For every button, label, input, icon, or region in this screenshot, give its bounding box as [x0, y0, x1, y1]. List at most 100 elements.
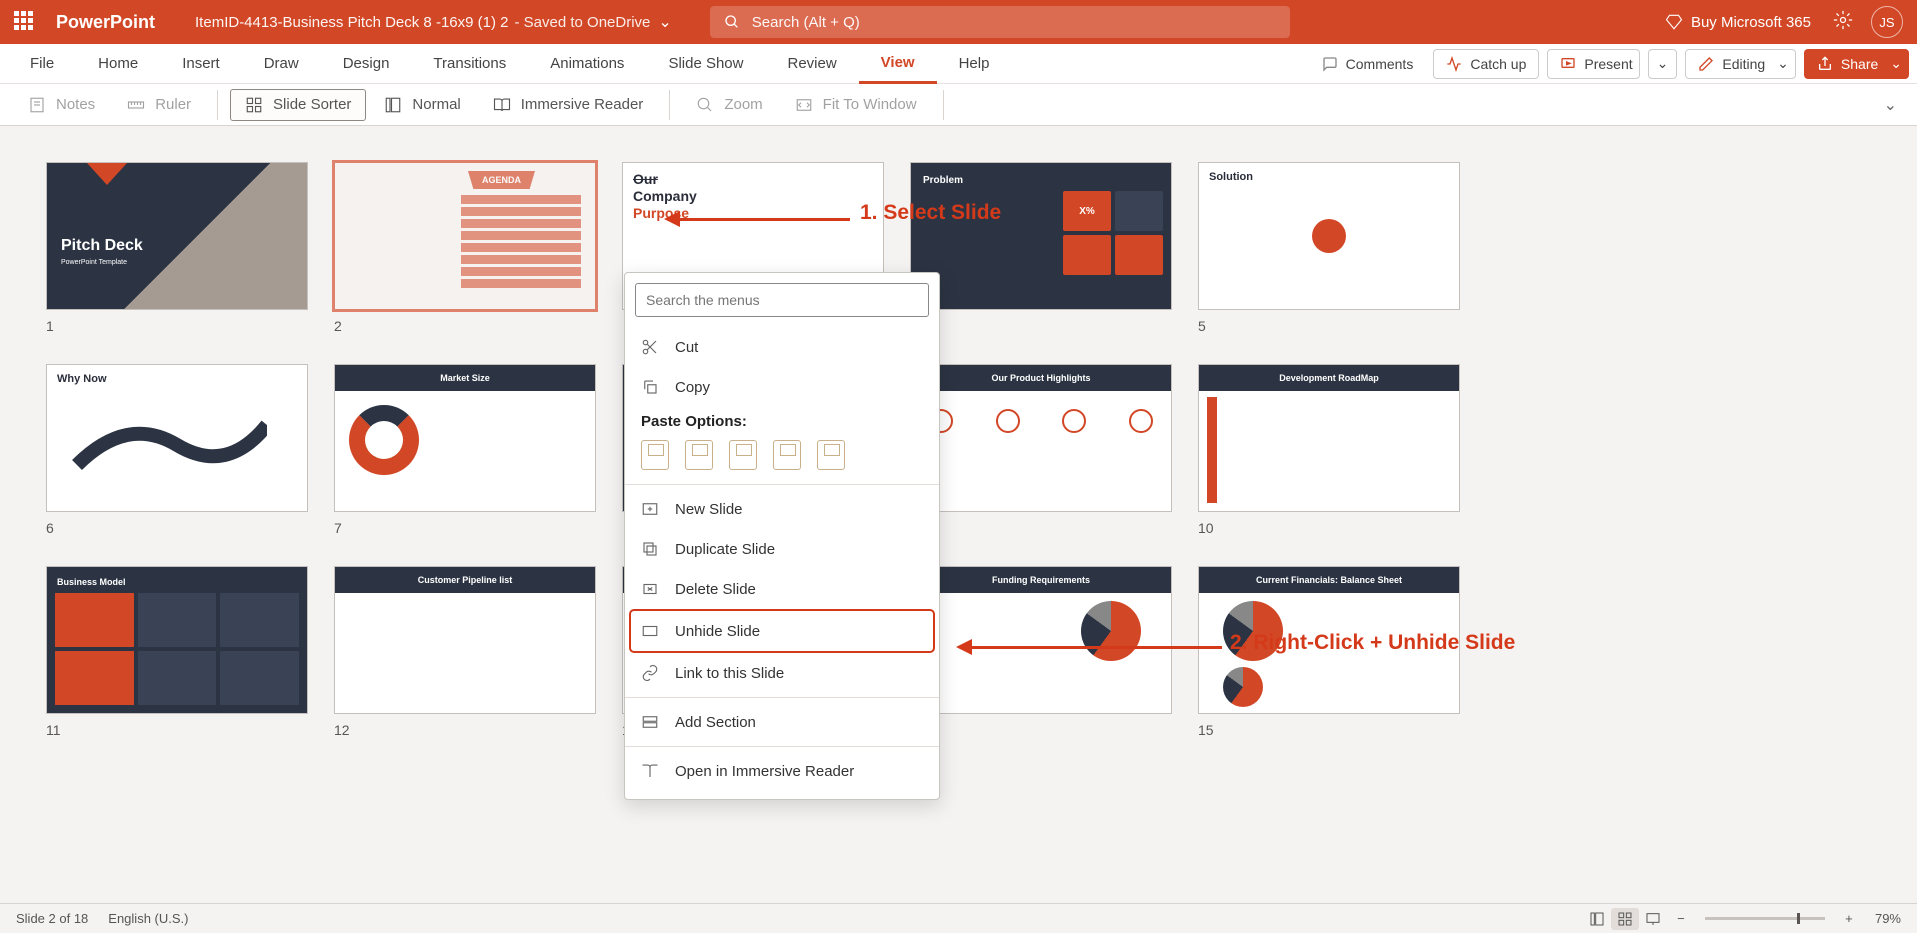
chevron-down-icon: ⌄ — [658, 12, 671, 32]
fit-to-window-button: Fit To Window — [781, 89, 931, 121]
menu-copy[interactable]: Copy — [625, 367, 939, 407]
scissors-icon — [641, 338, 659, 356]
normal-view-icon[interactable] — [1583, 908, 1611, 930]
slide-thumbnail-4[interactable]: ProblemX% — [910, 162, 1172, 310]
book-audio-icon — [641, 762, 659, 780]
ribbon-overflow-button[interactable]: ⌄ — [1878, 89, 1903, 121]
pulse-icon — [1446, 56, 1462, 72]
slide-thumbnail-10[interactable]: Development RoadMap — [1198, 364, 1460, 512]
share-icon — [1817, 56, 1833, 72]
paste-option-2[interactable] — [685, 440, 713, 470]
slide-sorter-button[interactable]: Slide Sorter — [230, 89, 366, 121]
tab-file[interactable]: File — [8, 44, 76, 84]
slide-number: 5 — [1198, 318, 1460, 334]
tab-animations[interactable]: Animations — [528, 44, 646, 84]
copy-icon — [641, 378, 659, 396]
menu-immersive-reader[interactable]: Open in Immersive Reader — [625, 751, 939, 791]
ruler-icon — [127, 96, 145, 114]
menu-add-section[interactable]: Add Section — [625, 702, 939, 742]
menu-delete-slide[interactable]: Delete Slide — [625, 569, 939, 609]
app-launcher-icon[interactable] — [14, 11, 36, 33]
slide-thumbnail-9[interactable]: Our Product Highlights — [910, 364, 1172, 512]
link-icon — [641, 664, 659, 682]
slide-thumbnail-2[interactable]: AGENDA — [334, 162, 596, 310]
tab-slide-show[interactable]: Slide Show — [646, 44, 765, 84]
editing-mode-button[interactable]: Editing ⌄ — [1685, 49, 1796, 79]
document-title[interactable]: ItemID-4413-Business Pitch Deck 8 -16x9 … — [195, 12, 672, 32]
share-button[interactable]: Share ⌄ — [1804, 49, 1909, 79]
chevron-down-icon: ⌄ — [1890, 55, 1902, 72]
present-dropdown[interactable]: ⌄ — [1648, 49, 1678, 79]
plus-slide-icon — [641, 500, 659, 518]
menu-duplicate-slide[interactable]: Duplicate Slide — [625, 529, 939, 569]
notes-button: Notes — [14, 89, 109, 121]
fit-icon — [795, 96, 813, 114]
slide-number: 15 — [1198, 722, 1460, 738]
zoom-button: Zoom — [682, 89, 776, 121]
slide-thumbnail-5[interactable]: Solution — [1198, 162, 1460, 310]
sorter-view-icon[interactable] — [1611, 908, 1639, 930]
gear-icon — [1833, 10, 1853, 30]
slide-thumbnail-14[interactable]: Funding Requirements — [910, 566, 1172, 714]
menu-search-input[interactable] — [635, 283, 929, 317]
settings-button[interactable] — [1833, 10, 1853, 35]
zoom-level[interactable]: 79% — [1875, 911, 1901, 926]
status-bar: Slide 2 of 18 English (U.S.) − + 79% — [0, 903, 1917, 933]
slide-thumbnail-11[interactable]: Business Model — [46, 566, 308, 714]
paste-option-3[interactable] — [729, 440, 757, 470]
tab-draw[interactable]: Draw — [242, 44, 321, 84]
slide-thumbnail-1[interactable]: Pitch DeckPowerPoint Template — [46, 162, 308, 310]
slide-thumbnail-12[interactable]: Customer Pipeline list — [334, 566, 596, 714]
buy-microsoft-365-button[interactable]: Buy Microsoft 365 — [1665, 13, 1811, 31]
catch-up-button[interactable]: Catch up — [1433, 49, 1539, 79]
annotation-arrow-1 — [680, 218, 850, 221]
tab-design[interactable]: Design — [321, 44, 412, 84]
present-button[interactable]: Present — [1547, 49, 1639, 79]
tab-view[interactable]: View — [859, 44, 937, 84]
diamond-icon — [1665, 13, 1683, 31]
section-icon — [641, 713, 659, 731]
tab-home[interactable]: Home — [76, 44, 160, 84]
zoom-slider[interactable] — [1705, 917, 1825, 920]
search-icon — [724, 14, 740, 30]
normal-view-button[interactable]: Normal — [370, 89, 474, 121]
immersive-reader-button[interactable]: Immersive Reader — [479, 89, 658, 121]
slide-number: 6 — [46, 520, 308, 536]
annotation-arrowhead-2 — [956, 639, 972, 655]
paste-option-4[interactable] — [773, 440, 801, 470]
book-icon — [493, 96, 511, 114]
slide-number: 9 — [910, 520, 1172, 536]
user-avatar[interactable]: JS — [1871, 6, 1903, 38]
slide-number: 2 — [334, 318, 596, 334]
comment-icon — [1322, 56, 1338, 72]
chevron-down-icon: ⌄ — [1657, 55, 1669, 72]
tab-transitions[interactable]: Transitions — [411, 44, 528, 84]
zoom-out-button[interactable]: − — [1667, 908, 1695, 930]
delete-icon — [641, 580, 659, 598]
search-input[interactable]: Search (Alt + Q) — [710, 6, 1290, 38]
language-status[interactable]: English (U.S.) — [108, 911, 188, 926]
slide-number: 1 — [46, 318, 308, 334]
tab-help[interactable]: Help — [937, 44, 1012, 84]
grid-icon — [245, 96, 263, 114]
slide-count-status[interactable]: Slide 2 of 18 — [16, 911, 88, 926]
ruler-button: Ruler — [113, 89, 205, 121]
present-icon — [1560, 56, 1576, 72]
paste-option-1[interactable] — [641, 440, 669, 470]
paste-options-row — [625, 434, 939, 480]
menu-cut[interactable]: Cut — [625, 327, 939, 367]
slideshow-view-icon[interactable] — [1639, 908, 1667, 930]
paste-option-5[interactable] — [817, 440, 845, 470]
menu-unhide-slide[interactable]: Unhide Slide — [631, 611, 933, 651]
tab-insert[interactable]: Insert — [160, 44, 242, 84]
menu-new-slide[interactable]: New Slide — [625, 489, 939, 529]
annotation-arrowhead-1 — [664, 211, 680, 227]
tab-review[interactable]: Review — [765, 44, 858, 84]
app-name: PowerPoint — [56, 12, 155, 33]
slide-thumbnail-7[interactable]: Market Size — [334, 364, 596, 512]
zoom-in-button[interactable]: + — [1835, 908, 1863, 930]
comments-button[interactable]: Comments — [1310, 49, 1426, 79]
menu-link-slide[interactable]: Link to this Slide — [625, 653, 939, 693]
slide-number: 10 — [1198, 520, 1460, 536]
slide-thumbnail-6[interactable]: Why Now — [46, 364, 308, 512]
